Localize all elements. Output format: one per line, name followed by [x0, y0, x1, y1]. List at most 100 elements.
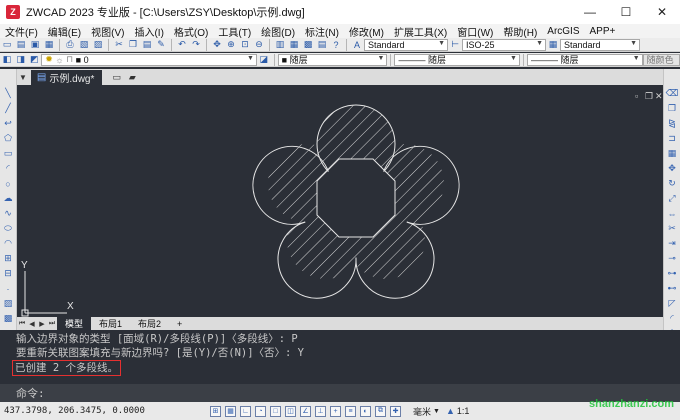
make-current-layer-icon[interactable]: ◪ [258, 54, 270, 66]
open-file-icon[interactable]: ▤ [15, 39, 27, 51]
polyline-icon[interactable]: ↩ [2, 117, 15, 130]
zoom-realtime-icon[interactable]: ⊕ [225, 39, 237, 51]
hatched-flower-shape[interactable] [252, 104, 460, 299]
open-tab-icon[interactable]: ▰ [129, 72, 136, 83]
print-preview-icon[interactable]: ▧ [78, 39, 90, 51]
break-at-point-icon[interactable]: ⊸ [666, 252, 679, 265]
polar-tracking-icon[interactable]: ◔ [255, 405, 266, 417]
stretch-icon[interactable]: ⇔ [666, 207, 679, 220]
publish-icon[interactable]: ▨ [92, 39, 104, 51]
selection-cycling-icon[interactable]: ⧉ [375, 405, 386, 417]
trim-icon[interactable]: ✂ [666, 222, 679, 235]
grid-display-icon[interactable]: ▦ [225, 405, 236, 417]
fillet-icon[interactable]: ◜ [666, 312, 679, 325]
break-icon[interactable]: ⊶ [666, 267, 679, 280]
add-layout-button[interactable]: + [169, 317, 190, 330]
extend-icon[interactable]: ⇥ [666, 237, 679, 250]
minimize-viewport-icon[interactable]: ▫ [635, 91, 638, 101]
tab-layout2[interactable]: 布局2 [130, 317, 169, 330]
line-icon[interactable]: ╲ [2, 87, 15, 100]
revision-cloud-icon[interactable]: ☁ [2, 192, 15, 205]
layer-dropdown[interactable]: ✹ ☼ ⊓ ■ 0 ▼ [41, 53, 257, 66]
scale-icon[interactable]: ⤢ [666, 192, 679, 205]
chamfer-icon[interactable]: ◸ [666, 297, 679, 310]
offset-icon[interactable]: ⊐ [666, 132, 679, 145]
close-button[interactable]: ✕ [644, 0, 680, 24]
array-icon[interactable]: ▦ [666, 147, 679, 160]
print-icon[interactable]: ⎙ [64, 39, 76, 51]
redo-icon[interactable]: ↷ [190, 39, 202, 51]
3d-object-snap-icon[interactable]: ◫ [285, 405, 296, 417]
mirror-icon[interactable]: ⧎ [666, 117, 679, 130]
lineweight-display-icon[interactable]: ≡ [345, 405, 356, 417]
arc-icon[interactable]: ◜ [2, 162, 15, 175]
tab-menu-icon[interactable]: ▼ [19, 73, 27, 82]
hatch-icon[interactable]: ▨ [2, 297, 15, 310]
menu-tools[interactable]: 工具(T) [213, 24, 256, 39]
polygon-icon[interactable]: ⬠ [2, 132, 15, 145]
point-icon[interactable]: · [2, 282, 15, 295]
zoom-window-icon[interactable]: ⊡ [239, 39, 251, 51]
annotation-monitor-icon[interactable]: ✚ [390, 405, 401, 417]
save-icon[interactable]: ▣ [29, 39, 41, 51]
calculator-icon[interactable]: ▤ [316, 39, 328, 51]
annotation-scale-icon[interactable]: ▲ [446, 406, 455, 416]
menu-edit[interactable]: 编辑(E) [43, 24, 86, 39]
units-selector[interactable]: 毫米 [413, 405, 431, 418]
insert-block-icon[interactable]: ⊞ [2, 252, 15, 265]
properties-icon[interactable]: ▥ [274, 39, 286, 51]
gradient-icon[interactable]: ▩ [2, 312, 15, 325]
minimize-button[interactable]: — [572, 0, 608, 24]
ellipse-icon[interactable]: ⬭ [2, 222, 15, 235]
new-tab-icon[interactable]: ▭ [112, 72, 121, 83]
help-icon[interactable]: ? [330, 39, 342, 51]
join-icon[interactable]: ⊷ [666, 282, 679, 295]
paste-icon[interactable]: ▤ [141, 39, 153, 51]
color-dropdown[interactable]: ■ 随层 ▼ [277, 53, 388, 66]
last-tab-icon[interactable]: ⏭ [47, 320, 57, 328]
linetype-dropdown[interactable]: ——— 随层 ▼ [394, 53, 520, 66]
dim-style-dropdown[interactable]: ISO-25 ▼ [462, 38, 546, 51]
tool-palettes-icon[interactable]: ▩ [302, 39, 314, 51]
close-viewport-icon[interactable]: ✕ [655, 91, 663, 101]
document-tab[interactable]: ▤ 示例.dwg* [30, 69, 103, 85]
lineweight-dropdown[interactable]: ——— 随层 ▼ [526, 53, 643, 66]
zoom-previous-icon[interactable]: ⊖ [253, 39, 265, 51]
snap-mode-icon[interactable]: ⊞ [210, 405, 221, 417]
menu-format[interactable]: 格式(O) [169, 24, 213, 39]
menu-extended-tools[interactable]: 扩展工具(X) [389, 24, 452, 39]
circle-icon[interactable]: ○ [2, 177, 15, 190]
dynamic-input-icon[interactable]: + [330, 405, 341, 417]
ortho-mode-icon[interactable]: ∟ [240, 405, 251, 417]
command-line-input[interactable]: 命令: [0, 384, 680, 402]
object-snap-tracking-icon[interactable]: ∠ [300, 405, 311, 417]
spline-icon[interactable]: ∿ [2, 207, 15, 220]
object-snap-icon[interactable]: □ [270, 405, 281, 417]
menu-dimension[interactable]: 标注(N) [300, 24, 344, 39]
annotation-scale-value[interactable]: 1:1 [457, 406, 470, 416]
cut-icon[interactable]: ✂ [113, 39, 125, 51]
menu-arcgis[interactable]: ArcGIS [542, 26, 584, 37]
transparency-icon[interactable]: ◐ [360, 405, 371, 417]
rectangle-icon[interactable]: ▭ [2, 147, 15, 160]
next-tab-icon[interactable]: ▶ [37, 320, 47, 328]
save-as-icon[interactable]: ▦ [43, 39, 55, 51]
tab-layout1[interactable]: 布局1 [91, 317, 130, 330]
restore-viewport-icon[interactable]: ❐ [645, 91, 653, 101]
copy-icon[interactable]: ❐ [127, 39, 139, 51]
dynamic-ucs-icon[interactable]: ⊥ [315, 405, 326, 417]
ellipse-arc-icon[interactable]: ◠ [2, 237, 15, 250]
menu-insert[interactable]: 插入(I) [129, 24, 168, 39]
menu-view[interactable]: 视图(V) [86, 24, 129, 39]
match-properties-icon[interactable]: ✎ [155, 39, 167, 51]
text-style-dropdown[interactable]: Standard ▼ [364, 38, 448, 51]
drawing-canvas[interactable]: ▫ ❐ ✕ Y X [17, 85, 663, 317]
undo-icon[interactable]: ↶ [176, 39, 188, 51]
layer-previous-icon[interactable]: ◩ [29, 54, 41, 66]
layer-manager-icon[interactable]: ◧ [1, 54, 13, 66]
first-tab-icon[interactable]: ⏮ [17, 320, 27, 328]
move-icon[interactable]: ✥ [666, 162, 679, 175]
tab-model[interactable]: 模型 [57, 317, 92, 330]
new-file-icon[interactable]: ▭ [1, 39, 13, 51]
layer-state-icon[interactable]: ◨ [15, 54, 27, 66]
